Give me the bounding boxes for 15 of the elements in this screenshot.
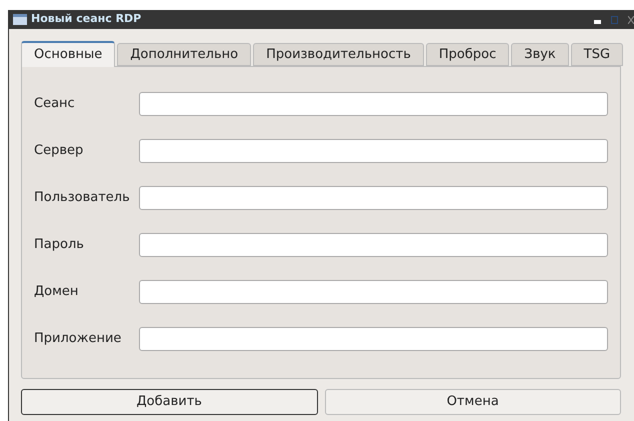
dialog-button[interactable]: Добавить (21, 389, 318, 415)
tab[interactable]: Производительность (253, 43, 424, 66)
tab[interactable]: Звук (511, 43, 569, 66)
field-label: Домен (34, 283, 80, 302)
field-label: Пользователь (34, 189, 131, 208)
field-label: Сеанс (34, 95, 76, 114)
dialog-button[interactable]: Отмена (324, 389, 621, 415)
window-title: Новый сеанс RDP (31, 11, 142, 28)
tab[interactable]: Проброс (426, 43, 510, 66)
field-label: Пароль (34, 236, 85, 254)
tab[interactable]: TSG (570, 43, 624, 66)
field-label: Сервер (34, 142, 84, 160)
tab[interactable]: Основные (21, 41, 116, 67)
field-label: Приложение (34, 330, 122, 348)
tab[interactable]: Дополнительно (117, 43, 252, 66)
